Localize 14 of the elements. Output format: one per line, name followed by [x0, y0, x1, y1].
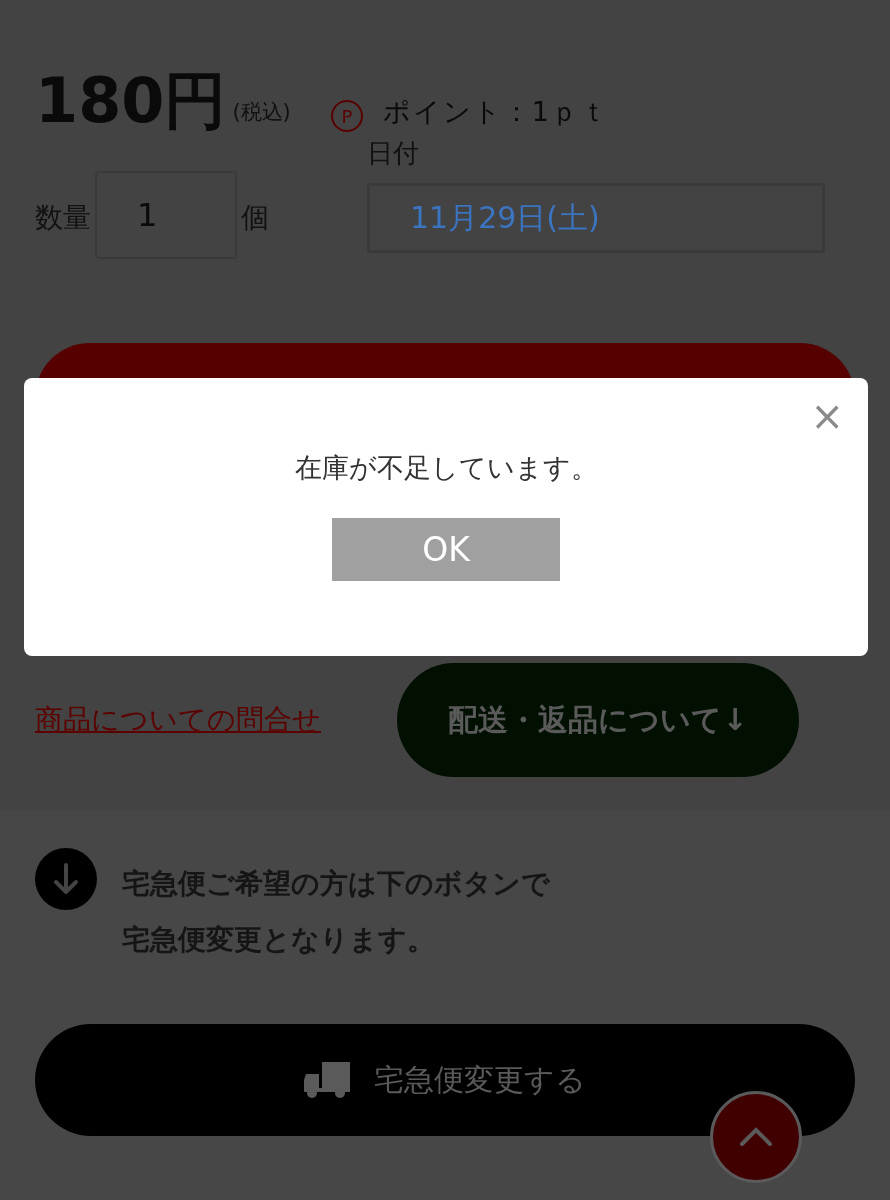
close-button[interactable]: ×	[810, 396, 844, 436]
truck-icon	[304, 1062, 350, 1098]
points-icon: P	[330, 100, 363, 132]
quantity-field[interactable]: 1	[95, 171, 237, 259]
inquiry-link[interactable]: 商品についての問合せ	[35, 701, 321, 739]
ok-button[interactable]: OK	[332, 518, 560, 581]
points-label: ポイント：1ｐｔ	[382, 95, 609, 129]
shipping-button[interactable]: 配送・返品について↓	[397, 663, 799, 777]
chevron-up-icon	[739, 1127, 773, 1147]
dialog-message: 在庫が不足しています。	[294, 451, 598, 485]
date-field[interactable]: 11月29日(土)	[367, 183, 825, 253]
arrow-down-icon	[35, 848, 97, 910]
price: 180円	[35, 70, 227, 132]
delivery-change-button[interactable]: 宅急便変更する	[35, 1024, 855, 1136]
